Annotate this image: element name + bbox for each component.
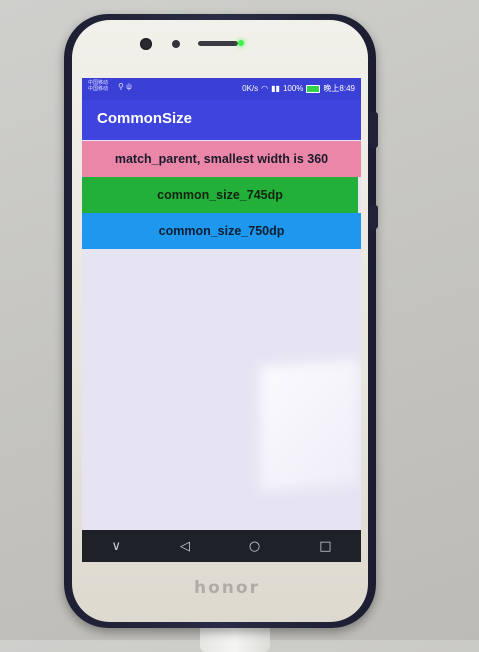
earpiece-icon xyxy=(198,41,238,46)
status-right: 0K/s ◠ ▮▮ 100% 晚上8:49 xyxy=(242,83,355,94)
sensor-icon xyxy=(172,40,180,48)
block-750dp: common_size_750dp xyxy=(82,213,361,249)
clock: 晚上8:49 xyxy=(323,84,355,93)
block-745dp: common_size_745dp xyxy=(82,177,358,213)
carrier-2: 中国移动 xyxy=(88,86,109,92)
home-circle-icon[interactable]: ○ xyxy=(249,539,260,554)
honor-logo: honor xyxy=(194,578,260,598)
carrier-labels: 中国移动 中国移动 xyxy=(88,80,108,92)
battery-percent: 100% xyxy=(282,84,304,93)
chevron-down-icon[interactable]: ∨ xyxy=(111,539,121,554)
app-title: CommonSize xyxy=(97,110,193,127)
back-triangle-icon[interactable]: ◁ xyxy=(180,539,190,554)
status-bar: 中国移动 中国移动 ⚲ ψ 0K/s ◠ ▮▮ 100% 晚上8:49 xyxy=(82,78,361,100)
power-button xyxy=(369,205,378,229)
usb-icon: ⚲ ψ xyxy=(118,82,132,91)
block-match-parent: match_parent, smallest width is 360 xyxy=(82,141,361,177)
signal-icon: ▮▮ xyxy=(271,84,280,93)
wifi-icon: ◠ xyxy=(261,84,269,93)
front-camera-icon xyxy=(140,38,152,50)
volume-button xyxy=(369,112,378,148)
battery-icon xyxy=(306,84,321,93)
notification-led xyxy=(238,40,244,46)
net-speed: 0K/s xyxy=(242,84,259,93)
screen-glare xyxy=(260,359,360,492)
phone-screen: 中国移动 中国移动 ⚲ ψ 0K/s ◠ ▮▮ 100% 晚上8:49 Comm… xyxy=(82,78,361,562)
nav-bar: ∨ ◁ ○ □ xyxy=(82,530,361,562)
recents-square-icon[interactable]: □ xyxy=(319,539,331,554)
app-bar: CommonSize xyxy=(82,100,361,140)
